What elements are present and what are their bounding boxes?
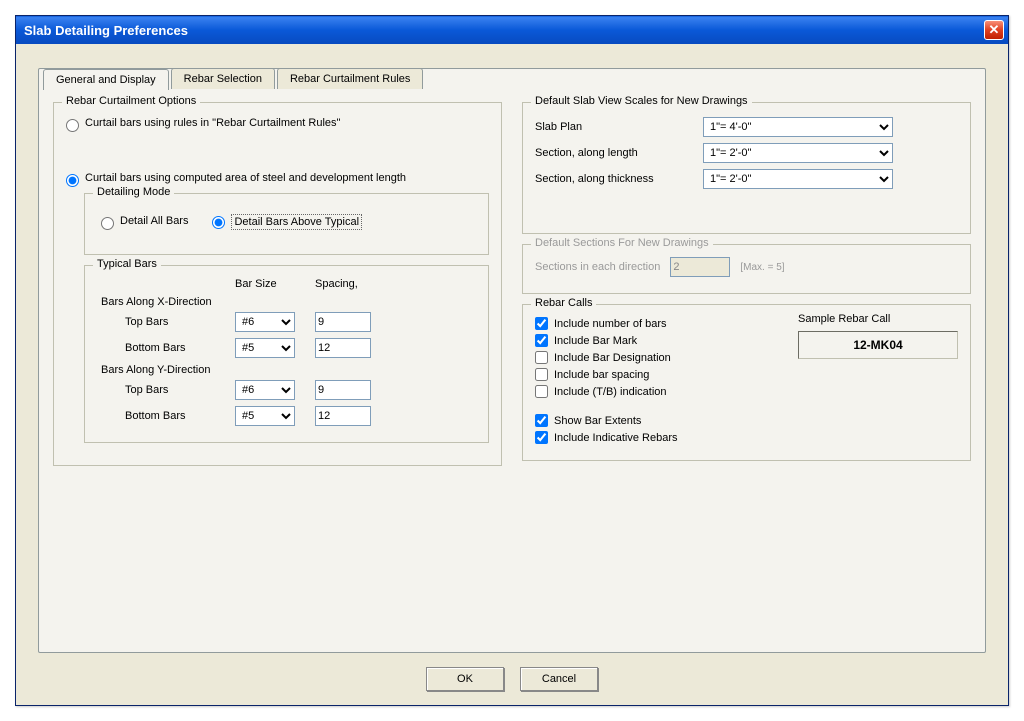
include-number-label: Include number of bars (554, 318, 667, 330)
view-scales-legend: Default Slab View Scales for New Drawing… (531, 95, 752, 107)
section-length-label: Section, along length (535, 147, 695, 159)
include-indicative-label: Include Indicative Rebars (554, 432, 678, 444)
sections-hint: [Max. = 5] (740, 262, 784, 273)
y-bottom-spacing-input[interactable] (315, 406, 371, 426)
include-mark-row[interactable]: Include Bar Mark (535, 334, 778, 347)
rebar-calls-legend: Rebar Calls (531, 297, 596, 309)
include-number-checkbox[interactable] (535, 317, 548, 330)
rebar-calls-group: Rebar Calls Include number of bars Inclu… (522, 304, 971, 461)
include-tb-checkbox[interactable] (535, 385, 548, 398)
y-bottom-size-select[interactable]: #5 (235, 406, 295, 426)
include-mark-label: Include Bar Mark (554, 335, 637, 347)
y-top-spacing-input[interactable] (315, 380, 371, 400)
curtailment-options-group: Rebar Curtailment Options Curtail bars u… (53, 102, 502, 466)
x-top-size-select[interactable]: #6 (235, 312, 295, 332)
slab-plan-select[interactable]: 1"= 4'-0" (703, 117, 893, 137)
sections-input (670, 257, 730, 277)
include-spacing-checkbox[interactable] (535, 368, 548, 381)
include-desig-checkbox[interactable] (535, 351, 548, 364)
close-icon: ✕ (989, 22, 1000, 38)
typical-bars-group: Typical Bars Bar Size Spacing, Bars Alon… (84, 265, 489, 443)
window-title: Slab Detailing Preferences (24, 23, 984, 38)
y-direction-head: Bars Along Y-Direction (101, 364, 476, 376)
section-length-select[interactable]: 1"= 2'-0" (703, 143, 893, 163)
tab-rebar-selection[interactable]: Rebar Selection (171, 68, 275, 89)
include-spacing-label: Include bar spacing (554, 369, 649, 381)
detailing-mode-legend: Detailing Mode (93, 186, 174, 198)
titlebar: Slab Detailing Preferences ✕ (16, 16, 1008, 44)
sections-label: Sections in each direction (535, 261, 660, 273)
sample-call-label: Sample Rebar Call (798, 313, 958, 325)
detail-above-label: Detail Bars Above Typical (231, 214, 362, 230)
client-area: General and Display Rebar Selection Reba… (16, 44, 1008, 705)
detail-all-row[interactable]: Detail All Bars (101, 215, 188, 230)
curtail-rules-label: Curtail bars using rules in "Rebar Curta… (85, 117, 340, 129)
dialog-buttons: OK Cancel (38, 667, 986, 691)
x-direction-head: Bars Along X-Direction (101, 296, 476, 308)
tab-panel: General and Display Rebar Selection Reba… (38, 68, 986, 653)
x-top-spacing-input[interactable] (315, 312, 371, 332)
include-spacing-row[interactable]: Include bar spacing (535, 368, 778, 381)
tab-strip: General and Display Rebar Selection Reba… (43, 68, 989, 89)
x-bottom-spacing-input[interactable] (315, 338, 371, 358)
x-top-label: Top Bars (125, 316, 225, 328)
right-column: Default Slab View Scales for New Drawing… (522, 102, 971, 476)
computed-options: Detailing Mode Detail All Bars Detail Ba… (84, 193, 489, 443)
tab-body: Rebar Curtailment Options Curtail bars u… (39, 90, 985, 486)
detail-all-label: Detail All Bars (120, 215, 188, 227)
include-indicative-checkbox[interactable] (535, 431, 548, 444)
default-sections-group: Default Sections For New Drawings Sectio… (522, 244, 971, 294)
left-column: Rebar Curtailment Options Curtail bars u… (53, 102, 502, 476)
show-extents-row[interactable]: Show Bar Extents (535, 414, 778, 427)
cancel-button[interactable]: Cancel (520, 667, 598, 691)
y-top-label: Top Bars (125, 384, 225, 396)
y-bottom-label: Bottom Bars (125, 410, 225, 422)
tab-curtailment-rules[interactable]: Rebar Curtailment Rules (277, 68, 423, 89)
slab-plan-label: Slab Plan (535, 121, 695, 133)
detail-above-radio[interactable] (212, 216, 225, 229)
show-extents-checkbox[interactable] (535, 414, 548, 427)
curtail-computed-label: Curtail bars using computed area of stee… (85, 172, 406, 184)
show-extents-label: Show Bar Extents (554, 415, 641, 427)
detailing-mode-group: Detailing Mode Detail All Bars Detail Ba… (84, 193, 489, 255)
default-sections-legend: Default Sections For New Drawings (531, 237, 713, 249)
include-desig-label: Include Bar Designation (554, 352, 671, 364)
curtail-computed-row[interactable]: Curtail bars using computed area of stee… (66, 172, 489, 187)
col-bar-size: Bar Size (235, 278, 305, 290)
dialog-window: Slab Detailing Preferences ✕ General and… (15, 15, 1009, 706)
include-tb-row[interactable]: Include (T/B) indication (535, 385, 778, 398)
curtail-rules-row[interactable]: Curtail bars using rules in "Rebar Curta… (66, 117, 489, 132)
x-bottom-label: Bottom Bars (125, 342, 225, 354)
sample-call-value: 12-MK04 (798, 331, 958, 359)
include-tb-label: Include (T/B) indication (554, 386, 667, 398)
close-button[interactable]: ✕ (984, 20, 1004, 40)
include-indicative-row[interactable]: Include Indicative Rebars (535, 431, 778, 444)
curtailment-legend: Rebar Curtailment Options (62, 95, 200, 107)
detail-above-row[interactable]: Detail Bars Above Typical (212, 214, 362, 230)
include-number-row[interactable]: Include number of bars (535, 317, 778, 330)
include-desig-row[interactable]: Include Bar Designation (535, 351, 778, 364)
curtail-computed-radio[interactable] (66, 174, 79, 187)
section-thickness-select[interactable]: 1"= 2'-0" (703, 169, 893, 189)
include-mark-checkbox[interactable] (535, 334, 548, 347)
ok-button[interactable]: OK (426, 667, 504, 691)
x-bottom-size-select[interactable]: #5 (235, 338, 295, 358)
curtail-rules-radio[interactable] (66, 119, 79, 132)
section-thickness-label: Section, along thickness (535, 173, 695, 185)
tab-general[interactable]: General and Display (43, 69, 169, 90)
detail-all-radio[interactable] (101, 217, 114, 230)
view-scales-group: Default Slab View Scales for New Drawing… (522, 102, 971, 234)
typical-bars-legend: Typical Bars (93, 258, 161, 270)
col-spacing: Spacing, (315, 278, 385, 290)
y-top-size-select[interactable]: #6 (235, 380, 295, 400)
